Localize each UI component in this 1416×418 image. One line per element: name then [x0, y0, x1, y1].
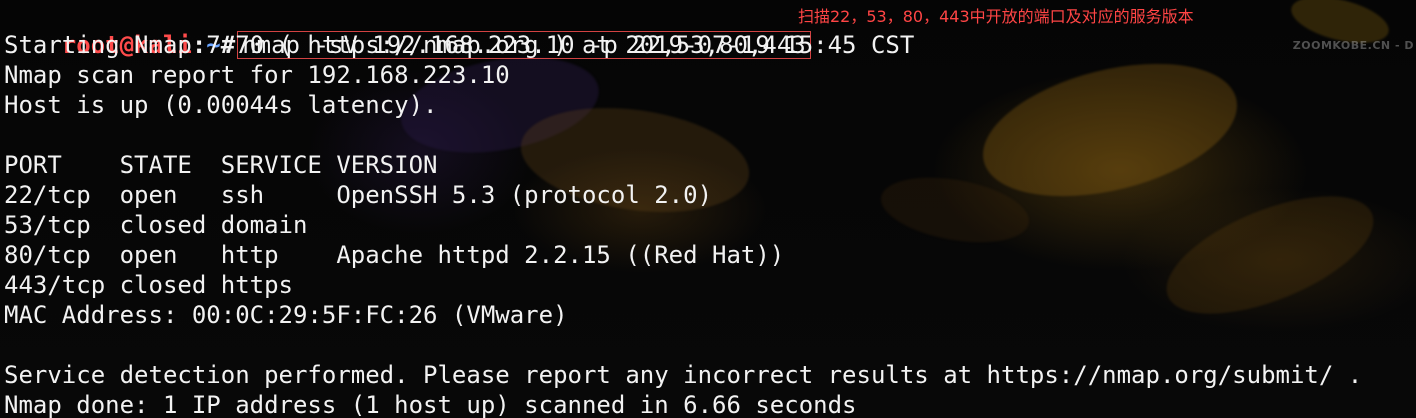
terminal-output-line: Host is up (0.00044s latency). [4, 91, 438, 119]
terminal-output-line: MAC Address: 00:0C:29:5F:FC:26 (VMware) [4, 301, 568, 329]
terminal-output-line: Nmap scan report for 192.168.223.10 [4, 61, 510, 89]
wallpaper-shape [1151, 172, 1389, 338]
terminal-output-line: 53/tcp closed domain [4, 211, 308, 239]
terminal-output-line: 22/tcp open ssh OpenSSH 5.3 (protocol 2.… [4, 181, 713, 209]
wallpaper-brand-text: ZOOMKOBE.CN - D [1292, 39, 1414, 52]
command-line[interactable]: root@kali:~# nmap -sV 192.168.223.10 -p 2… [4, 0, 811, 59]
terminal-output-line: Service detection performed. Please repo… [4, 361, 1363, 389]
terminal-output-line: PORT STATE SERVICE VERSION [4, 151, 438, 179]
terminal-output-line: Starting Nmap 7.70 ( https://nmap.org ) … [4, 31, 915, 59]
terminal-output-line: 80/tcp open http Apache httpd 2.2.15 ((R… [4, 241, 785, 269]
terminal-output-line: Nmap done: 1 IP address (1 host up) scan… [4, 391, 857, 418]
wallpaper-shape [969, 40, 1251, 220]
terminal-window[interactable]: ZOOMKOBE.CN - D root@kali:~# nmap -sV 192… [0, 0, 1416, 418]
wallpaper-shape [875, 167, 1035, 253]
wallpaper-shape [1286, 0, 1394, 52]
terminal-output-line: 443/tcp closed https [4, 271, 293, 299]
command-annotation: 扫描22，53，80，443中开放的端口及对应的服务版本 [798, 7, 1194, 26]
